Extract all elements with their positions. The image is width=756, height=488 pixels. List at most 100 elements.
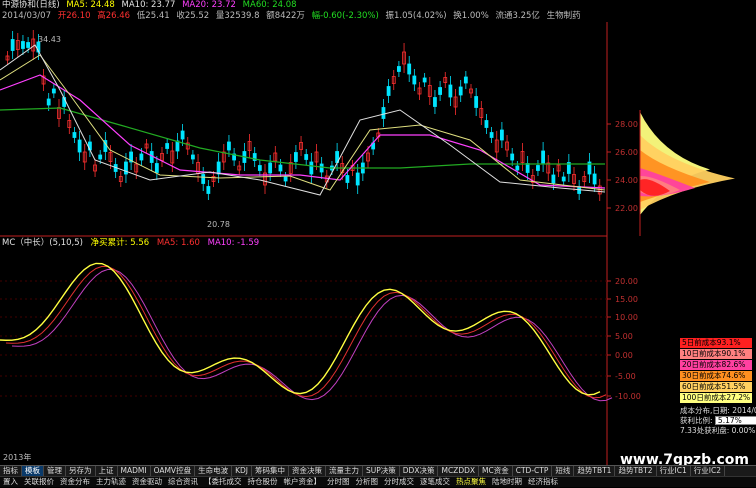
candle-body (525, 163, 530, 173)
bottom-tab[interactable]: 分时图 (324, 477, 353, 488)
candle-body (484, 120, 489, 128)
candle-body (10, 39, 15, 51)
osc-ma10-line (11, 268, 613, 402)
bottom-tab[interactable]: 主力轨迹 (93, 477, 129, 488)
osc-tick-label: 15.00 (615, 295, 638, 304)
osc-tick-label: 0.00 (615, 351, 633, 360)
osc-ma10-label: MA10: -1.59 (207, 238, 260, 248)
candle-body (77, 139, 82, 153)
candle-body (139, 153, 144, 161)
candle-body (206, 186, 211, 194)
bottom-tab[interactable]: 分时成交 (381, 477, 417, 488)
candle-body (21, 41, 25, 49)
moving-average-lines (0, 44, 606, 196)
candle-body (72, 132, 77, 138)
bottom-tab[interactable]: 关联报价 (21, 477, 57, 488)
indicator-tabs: 指标 模板 管理 另存为 上证 MADMI OAMV控盘 生命电波 KDJ 筹码集中 资金决策 流量主… (0, 465, 756, 477)
bottom-tab[interactable]: 逐笔成交 (417, 477, 453, 488)
osc-tick-label: 5.00 (615, 332, 633, 341)
price-tick-label: 24.00 (615, 176, 638, 185)
candle-body (293, 152, 298, 162)
candle-body (175, 140, 180, 152)
candle-body (396, 66, 401, 72)
candle-body (98, 154, 103, 160)
candle-body (345, 175, 350, 183)
candle-body (412, 75, 417, 85)
dist-profit-field[interactable] (714, 416, 756, 425)
osc-ma5-line (5, 265, 607, 399)
candle-body (51, 88, 56, 94)
dist-date: 成本分布,日期: 2014/01/24 (680, 406, 756, 415)
low-price-label: 20.78 (207, 220, 230, 229)
osc-tick-label: 20.00 (615, 277, 638, 286)
candle-body (283, 176, 288, 182)
bottom-tab[interactable]: 资金驱动 (129, 477, 165, 488)
bottom-tab[interactable]: 帐户资金】 (281, 477, 325, 488)
candle-body (438, 87, 443, 95)
price-tick-label: 26.00 (615, 148, 638, 157)
high-price-label: 34.43 (38, 35, 61, 44)
candle-body (268, 162, 273, 174)
candle-body (561, 176, 566, 182)
dist-profit-label: 获利比例: (680, 416, 713, 425)
year-label: 2013年 (3, 452, 31, 462)
candle-body (319, 163, 324, 173)
candle-body (422, 77, 427, 83)
candle-body (433, 97, 437, 107)
candle-body (510, 153, 515, 161)
candle-body (309, 161, 314, 175)
bottom-nav: 置入 关联报价 资金分布 主力轨迹 资金驱动 综合资讯 【委托成交 持仓股份 帐户资金】 分时图分… (0, 476, 756, 487)
candle-body (551, 174, 556, 184)
osc-grid (0, 280, 607, 397)
ma60-line (0, 107, 605, 169)
cost-distribution (639, 110, 735, 236)
osc-tick-label: 10.00 (615, 313, 638, 322)
candle-body (216, 161, 221, 175)
candle-body (489, 132, 494, 138)
cost-legend: 5日前成本93.1% 10日前成本90.1% 20日前成本82.6% 30日前成本74… (680, 338, 752, 404)
price-tick-label: 28.00 (615, 120, 638, 129)
candle-body (26, 42, 31, 48)
oscillator-lines (0, 262, 613, 402)
candle-body (407, 63, 412, 75)
candle-body (257, 165, 262, 171)
candle-body (541, 150, 545, 164)
bottom-tab[interactable]: 置入 (0, 477, 21, 488)
candle-body (227, 141, 231, 151)
osc-y-axis: 20.00 15.00 10.00 5.00 0.00 -5.00 -10.00 (607, 277, 641, 401)
bottom-tab[interactable]: 【委托成交 (201, 477, 245, 488)
bottom-tab[interactable]: 资金分布 (57, 477, 93, 488)
ma20-line (0, 74, 606, 189)
candle-body (165, 143, 170, 149)
bottom-tab[interactable]: 陆地时期 (489, 477, 525, 488)
cost-legend-row: 10日前成本90.1% (680, 349, 752, 359)
candle-body (190, 154, 195, 160)
candle-body (180, 130, 185, 140)
candle-body (381, 107, 386, 119)
bottom-tab[interactable]: 综合资讯 (165, 477, 201, 488)
osc-title: MC（中长）(5,10,5) (2, 238, 83, 248)
candle-body (463, 76, 468, 84)
bottom-tab[interactable]: 分析图 (353, 477, 382, 488)
bottom-tab[interactable]: 经济指标 (525, 477, 561, 488)
cost-legend-row: 60日前成本51.5% (680, 382, 752, 392)
ma5-line (0, 44, 606, 196)
candle-body (515, 165, 520, 171)
candle-body (46, 98, 51, 106)
candle-body (592, 173, 597, 185)
stock-chart-window: 中源协和(日线) MA5: 24.48 MA10: 23.77 MA20: 23… (0, 0, 756, 487)
osc-ma5-label: MA5: 1.60 (156, 238, 200, 248)
bottom-tab[interactable]: 持仓股份 (245, 477, 281, 488)
osc-tick-label: -5.00 (615, 372, 636, 381)
price-y-axis: 28.00 26.00 24.00 22.00 (607, 120, 638, 213)
distribution-info: 成本分布,日期: 2014/01/24 获利比例: 7.33处获利盘: 0.00… (680, 406, 756, 436)
bottom-tab[interactable]: 热点聚焦 (453, 477, 489, 488)
osc-header: MC（中长）(5,10,5) 净买累计: 5.56 MA5: 1.60 MA10… (2, 238, 264, 249)
candle-body (154, 163, 159, 173)
candle-body (278, 164, 283, 172)
candle-body (355, 172, 360, 186)
osc-tick-label: -10.00 (615, 392, 641, 401)
cost-legend-row: 100日前成本27.2% (680, 393, 752, 403)
candle-body (536, 165, 540, 171)
candle-body (458, 86, 463, 96)
